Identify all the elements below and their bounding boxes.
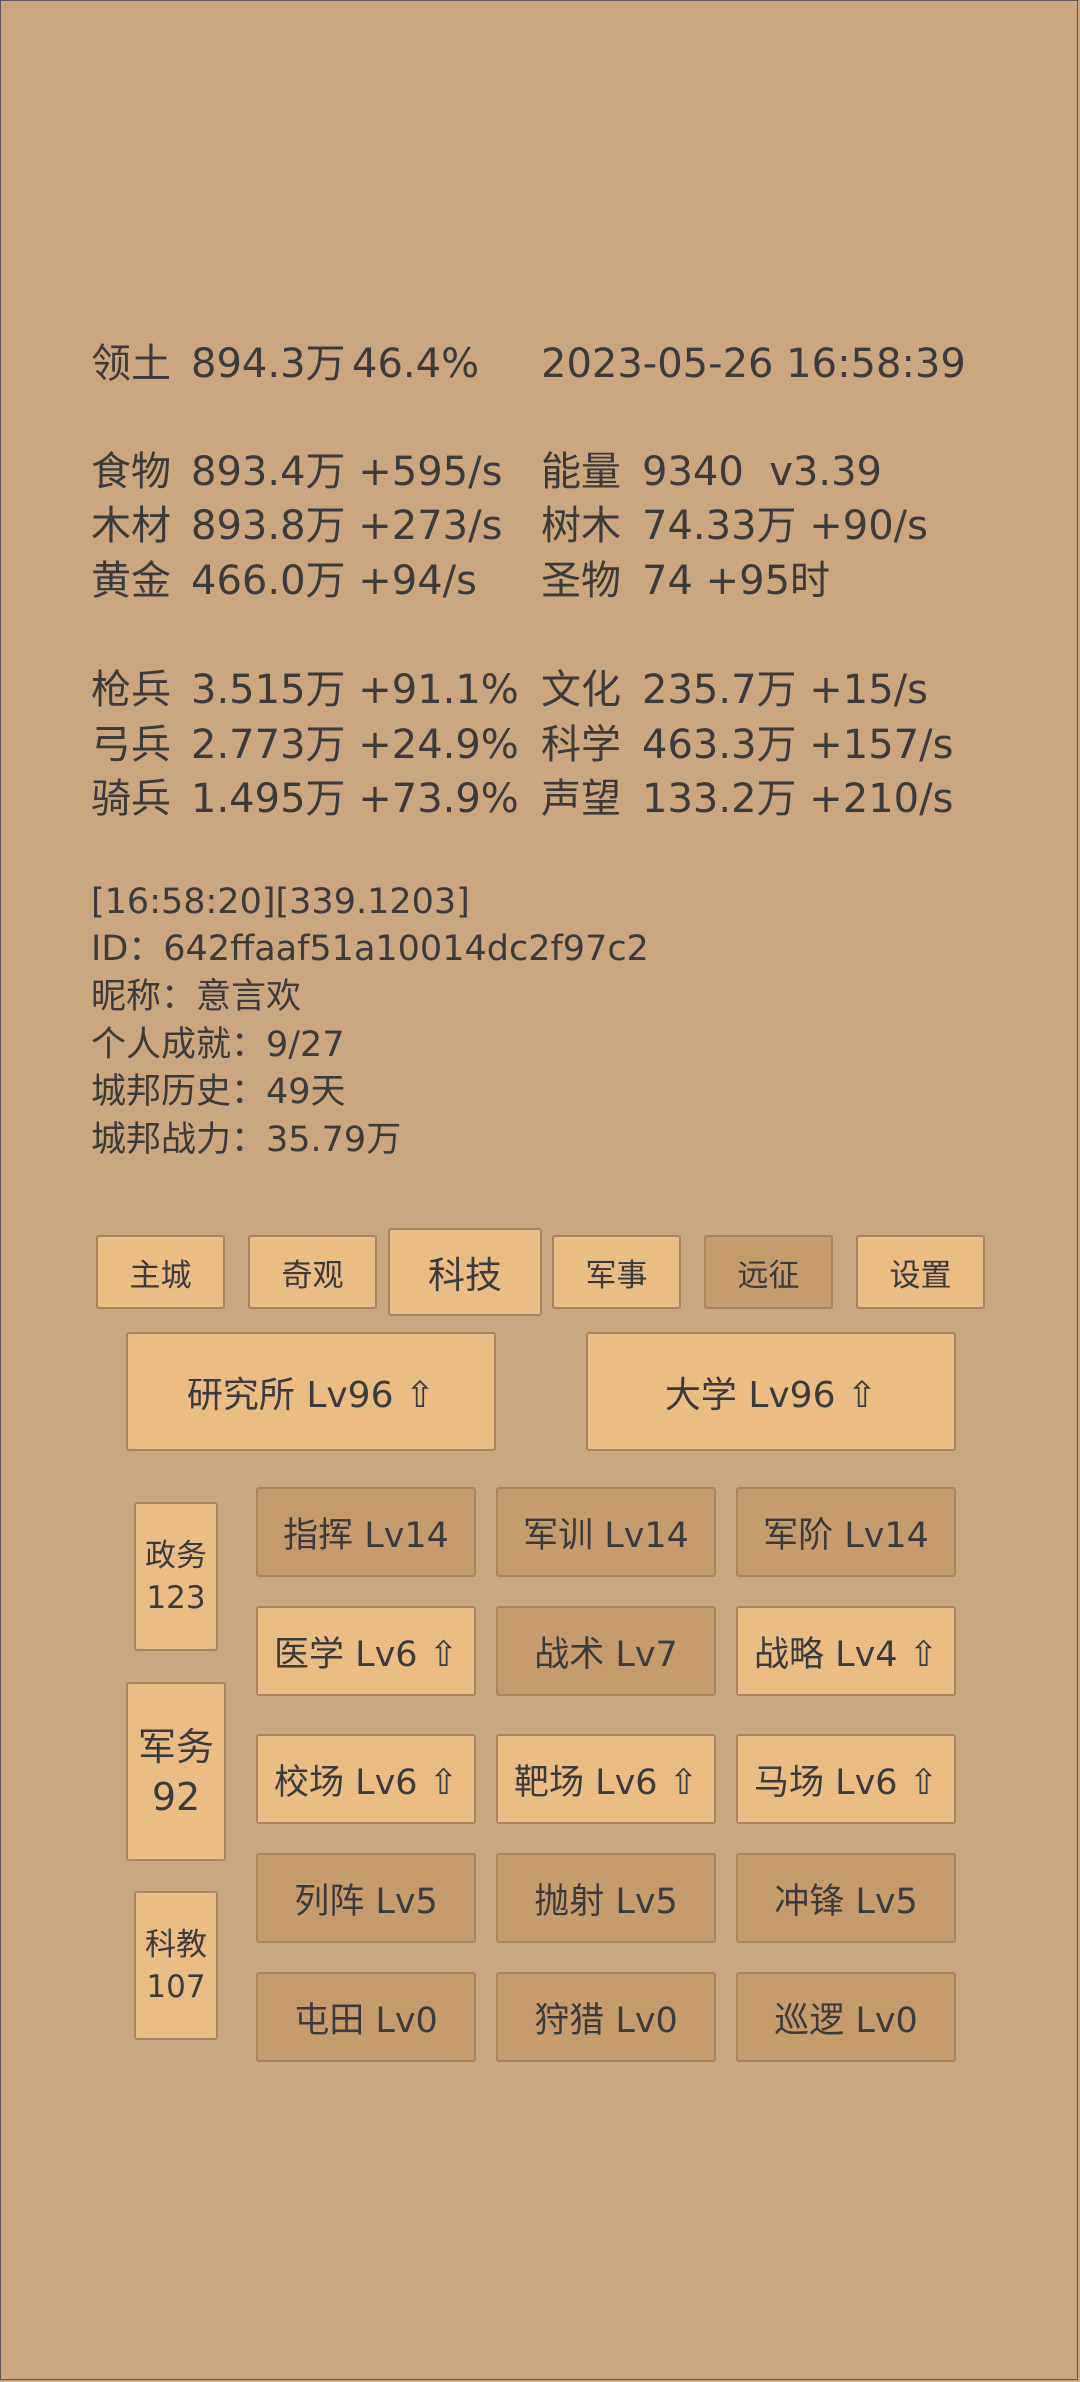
- tech-formation[interactable]: 列阵 Lv5: [256, 1853, 476, 1943]
- achievement-count: 个人成就：9/27: [91, 1025, 345, 1065]
- politics-points-button[interactable]: 政务 123: [134, 1502, 218, 1651]
- territory-value: 894.3万: [191, 341, 346, 387]
- stat-label-relics: 圣物: [541, 558, 621, 604]
- tab-settings[interactable]: 设置: [856, 1235, 985, 1309]
- politics-label: 政务: [145, 1537, 207, 1574]
- tab-expedition[interactable]: 远征: [704, 1235, 833, 1309]
- tech-projectile[interactable]: 抛射 Lv5: [496, 1853, 716, 1943]
- tech-charge[interactable]: 冲锋 Lv5: [736, 1853, 956, 1943]
- tab-military[interactable]: 军事: [552, 1235, 681, 1309]
- stat-value-trees: 74.33万 +90/s: [642, 503, 928, 549]
- tab-technology[interactable]: 科技: [388, 1228, 542, 1316]
- education-label: 科教: [145, 1926, 207, 1963]
- stat-value-energy: 9340 v3.39: [642, 449, 882, 495]
- university-button[interactable]: 大学 Lv96 ⇧: [586, 1332, 956, 1451]
- stat-label-science: 科学: [541, 722, 621, 768]
- stat-value-science: 463.3万 +157/s: [642, 722, 954, 768]
- stat-value-prestige: 133.2万 +210/s: [642, 776, 954, 822]
- log-line: [16:58:20][339.1203]: [91, 882, 470, 922]
- territory-label: 领土: [91, 341, 171, 387]
- military-points-button[interactable]: 军务 92: [126, 1682, 226, 1861]
- stat-label-archers: 弓兵: [91, 722, 171, 768]
- city-history: 城邦历史：49天: [91, 1072, 346, 1112]
- tech-hunting[interactable]: 狩猎 Lv0: [496, 1972, 716, 2062]
- tech-drill[interactable]: 军训 Lv14: [496, 1487, 716, 1577]
- stat-label-gold: 黄金: [91, 558, 171, 604]
- politics-value: 123: [146, 1579, 206, 1616]
- stat-value-wood: 893.8万 +273/s: [191, 503, 503, 549]
- stat-label-food: 食物: [91, 449, 171, 495]
- stat-label-cavalry: 骑兵: [91, 776, 171, 822]
- tech-strategy[interactable]: 战略 Lv4 ⇧: [736, 1606, 956, 1696]
- stat-value-food: 893.4万 +595/s: [191, 449, 503, 495]
- tech-medicine[interactable]: 医学 Lv6 ⇧: [256, 1606, 476, 1696]
- tech-training-ground[interactable]: 校场 Lv6 ⇧: [256, 1734, 476, 1824]
- stat-label-trees: 树木: [541, 503, 621, 549]
- stat-label-culture: 文化: [541, 667, 621, 713]
- stat-label-prestige: 声望: [541, 776, 621, 822]
- stat-value-cavalry: 1.495万 +73.9%: [191, 776, 519, 822]
- player-id: ID：642ffaaf51a10014dc2f97c2: [91, 929, 649, 969]
- education-points-button[interactable]: 科教 107: [134, 1891, 218, 2040]
- institute-button[interactable]: 研究所 Lv96 ⇧: [126, 1332, 496, 1451]
- stat-label-wood: 木材: [91, 503, 171, 549]
- player-nickname: 昵称：意言欢: [91, 977, 302, 1017]
- stat-value-archers: 2.773万 +24.9%: [191, 722, 519, 768]
- tech-command[interactable]: 指挥 Lv14: [256, 1487, 476, 1577]
- military-label: 军务: [137, 1724, 214, 1769]
- military-value: 92: [151, 1774, 201, 1819]
- tech-patrol[interactable]: 巡逻 Lv0: [736, 1972, 956, 2062]
- stat-value-culture: 235.7万 +15/s: [642, 667, 928, 713]
- stat-label-spearmen: 枪兵: [91, 667, 171, 713]
- stat-value-spearmen: 3.515万 +91.1%: [191, 667, 519, 713]
- tab-main-city[interactable]: 主城: [96, 1235, 225, 1309]
- city-power: 城邦战力：35.79万: [91, 1120, 402, 1160]
- territory-percent: 46.4%: [352, 341, 480, 387]
- tab-wonders[interactable]: 奇观: [248, 1235, 377, 1309]
- tech-archery-range[interactable]: 靶场 Lv6 ⇧: [496, 1734, 716, 1824]
- app-frame: 领土 894.3万 46.4% 2023-05-26 16:58:39 食物 8…: [0, 0, 1078, 2380]
- education-value: 107: [146, 1968, 206, 2005]
- stat-value-gold: 466.0万 +94/s: [191, 558, 477, 604]
- stat-label-energy: 能量: [541, 449, 621, 495]
- tech-tactics[interactable]: 战术 Lv7: [496, 1606, 716, 1696]
- datetime: 2023-05-26 16:58:39: [541, 341, 966, 387]
- stat-value-relics: 74 +95时: [642, 558, 831, 604]
- tech-farming[interactable]: 屯田 Lv0: [256, 1972, 476, 2062]
- tech-rank[interactable]: 军阶 Lv14: [736, 1487, 956, 1577]
- tech-stable[interactable]: 马场 Lv6 ⇧: [736, 1734, 956, 1824]
